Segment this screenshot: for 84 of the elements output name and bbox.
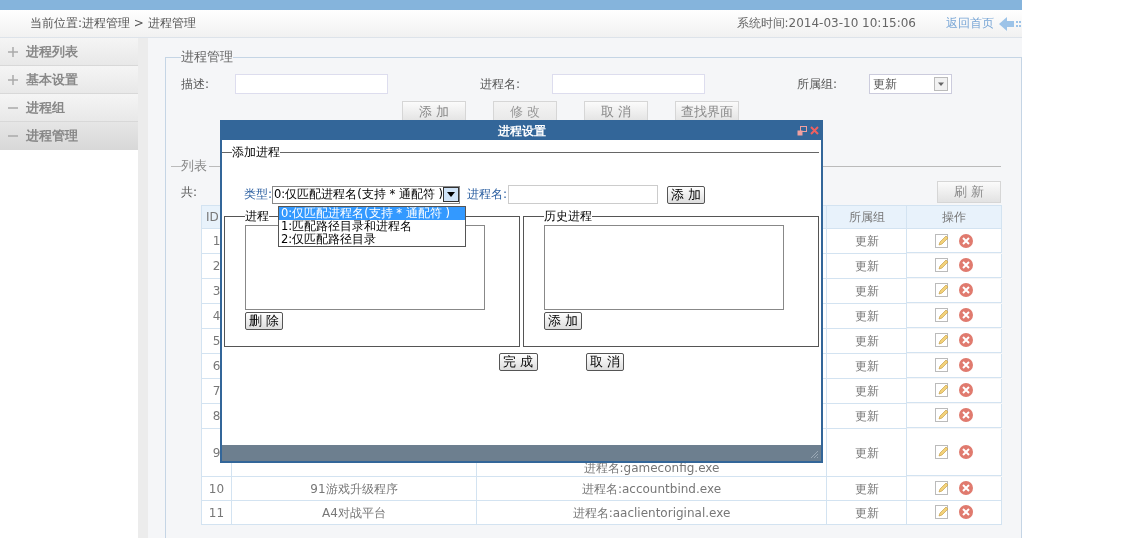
column-header: 操作 (906, 205, 1002, 229)
table-cell: 更新 (826, 228, 907, 254)
delete-button[interactable]: 删 除 (245, 312, 284, 330)
form-button[interactable]: 添 加 (402, 101, 466, 123)
edit-icon[interactable] (933, 232, 950, 249)
dialog-legend: 添加进程 (232, 144, 280, 161)
delete-icon[interactable] (957, 504, 974, 520)
table-cell: 更新 (826, 278, 907, 304)
edit-icon[interactable] (933, 257, 950, 273)
edit-icon[interactable] (933, 282, 950, 298)
refresh-button[interactable]: 刷 新 (937, 181, 1001, 203)
edit-icon[interactable] (933, 480, 950, 496)
sidebar-item[interactable]: 进程列表 (0, 38, 138, 66)
table-cell: 进程名:accountbind.exe (476, 476, 827, 501)
edit-icon[interactable] (933, 407, 950, 423)
form-button[interactable]: 查找界面 (675, 101, 739, 123)
table-cell: 更新 (826, 303, 907, 329)
edit-icon[interactable] (933, 443, 950, 460)
dropdown-option[interactable]: 2:仅匹配路径目录 (279, 233, 465, 246)
table-cell: 进程名:aaclientoriginal.exe (476, 500, 827, 525)
dropdown-icon (443, 187, 460, 202)
panel-legend: 进程 (245, 208, 269, 225)
resize-grip-icon[interactable] (809, 449, 819, 459)
delete-icon[interactable] (957, 307, 974, 323)
delete-icon[interactable] (957, 407, 974, 423)
table-cell: A4对战平台 (231, 500, 477, 525)
system-time: 系统时间:2014-03-10 10:15:06 (736, 15, 916, 32)
dialog-title: 进程设置 (497, 122, 546, 140)
edit-icon[interactable] (933, 307, 950, 323)
process-name-field[interactable] (508, 185, 659, 204)
delete-icon[interactable] (957, 480, 974, 496)
delete-icon[interactable] (957, 357, 974, 373)
dropdown-option[interactable]: 0:仅匹配进程名(支持 * 通配符 ) (279, 207, 465, 220)
cancel-button[interactable]: 取 消 (585, 353, 624, 371)
table-cell: 更新 (826, 428, 907, 477)
table-cell: 91游戏升级程序 (231, 476, 477, 501)
table-cell: 10 (201, 476, 232, 501)
home-link[interactable]: 返回首页 (946, 15, 994, 32)
delete-icon[interactable] (957, 443, 974, 460)
table-cell: 更新 (826, 353, 907, 379)
section-legend: 进程管理 (181, 48, 233, 66)
table-cell: 更新 (826, 378, 907, 404)
description-field[interactable] (235, 74, 388, 94)
history-list-box[interactable] (544, 225, 784, 310)
delete-icon[interactable] (957, 257, 974, 273)
table-cell: 11 (201, 500, 232, 525)
add-button[interactable]: 添 加 (544, 312, 583, 330)
sidebar-item[interactable]: 基本设置 (0, 66, 138, 94)
column-header: 所属组 (826, 205, 907, 229)
delete-icon[interactable] (957, 232, 974, 249)
restore-icon[interactable] (797, 126, 807, 136)
table-cell: 更新 (826, 253, 907, 279)
sidebar-item[interactable]: 进程管理 (0, 122, 138, 150)
delete-icon[interactable] (957, 332, 974, 348)
table-cell: 更新 (826, 328, 907, 354)
list-legend: 列表 (181, 157, 207, 175)
process-name-label: 进程名: (467, 186, 508, 203)
process-name-field[interactable] (552, 74, 705, 94)
delete-icon[interactable] (957, 382, 974, 398)
table-cell: 更新 (826, 403, 907, 429)
edit-icon[interactable] (933, 504, 950, 520)
plus-icon (8, 74, 18, 85)
left-arrow-icon[interactable] (998, 15, 1022, 32)
type-select[interactable]: 0:仅匹配进程名(支持 * 通配符 ) (272, 185, 461, 204)
group-select[interactable]: 更新 (869, 74, 952, 94)
form-button[interactable]: 取 消 (584, 101, 648, 123)
sidebar-item[interactable]: 进程组 (0, 94, 138, 122)
done-button[interactable]: 完 成 (499, 353, 538, 371)
field-label: 所属组: (797, 75, 839, 93)
edit-icon[interactable] (933, 332, 950, 348)
edit-icon[interactable] (933, 357, 950, 373)
plus-icon (8, 46, 18, 57)
count-label: 共: (181, 183, 198, 201)
panel-legend: 历史进程 (544, 208, 592, 225)
field-label: 进程名: (480, 75, 522, 93)
dropdown-option[interactable]: 1:匹配路径目录和进程名 (279, 220, 465, 233)
field-label: 描述: (181, 75, 211, 93)
edit-icon[interactable] (933, 382, 950, 398)
delete-icon[interactable] (957, 282, 974, 298)
dropdown-icon (934, 77, 948, 91)
add-button[interactable]: 添 加 (667, 185, 706, 204)
type-label: 类型: (244, 186, 273, 203)
breadcrumb: 当前位置:进程管理 > 进程管理 (30, 15, 196, 32)
close-icon[interactable] (810, 126, 819, 135)
